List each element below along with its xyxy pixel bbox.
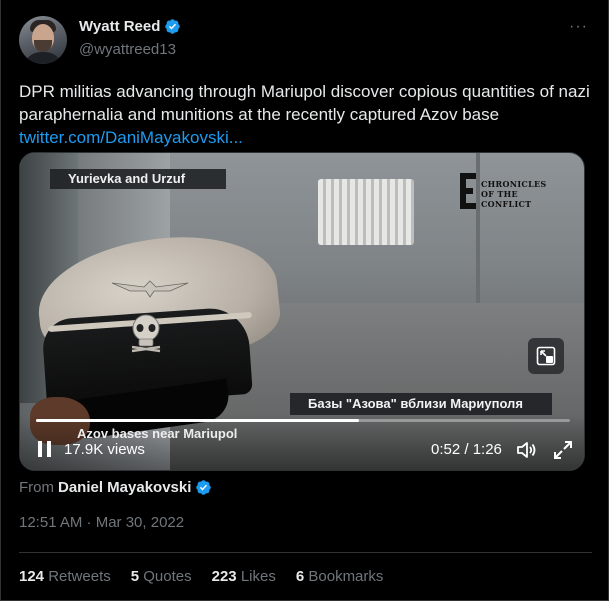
more-options-icon[interactable]: ··· (569, 19, 588, 35)
verified-badge-icon (165, 19, 181, 34)
quotes-stat[interactable]: 5 Quotes (131, 568, 192, 585)
watermark-line-2: OF THE CONFLICT (481, 189, 532, 209)
picture-in-picture-icon (536, 346, 556, 366)
source-name[interactable]: Daniel Mayakovski (58, 479, 191, 496)
video-player[interactable]: Yurievka and Urzuf CHRONICLES OF THE CON… (19, 152, 585, 471)
author-display-name[interactable]: Wyatt Reed (79, 18, 160, 35)
watermark-line-1: CHRONICLES (481, 179, 547, 189)
chronicles-watermark: CHRONICLES OF THE CONFLICT (460, 173, 570, 209)
likes-label: Likes (240, 568, 276, 585)
video-caption-english: Azov bases near Mariupol (77, 426, 238, 441)
quotes-count: 5 (130, 568, 140, 585)
likes-count: 223 (211, 568, 237, 585)
pause-icon[interactable] (36, 439, 54, 459)
likes-stat[interactable]: 223 Likes (212, 568, 276, 585)
tweet-link[interactable]: twitter.com/DaniMayakovski... (19, 126, 594, 149)
fullscreen-icon[interactable] (552, 439, 574, 461)
cap-skull-insignia (131, 314, 161, 353)
author-name-row[interactable]: Wyatt Reed (79, 18, 181, 35)
video-view-count: 17.9K views (64, 441, 145, 458)
video-time: 0:52 / 1:26 (431, 441, 502, 458)
video-source: From Daniel Mayakovski (19, 479, 212, 496)
tweet-text: DPR militias advancing through Mariupol … (19, 80, 594, 149)
video-progress-bar[interactable] (36, 419, 570, 422)
retweets-count: 124 (19, 568, 45, 585)
bookmarks-stat[interactable]: 6 Bookmarks (296, 568, 384, 585)
bookmarks-count: 6 (295, 568, 305, 585)
video-progress-fill (36, 419, 360, 422)
volume-icon[interactable] (515, 439, 537, 461)
video-caption-top: Yurievka and Urzuf (50, 169, 226, 189)
engagement-stats: 124 Retweets 5 Quotes 223 Likes 6 Bookma… (19, 568, 403, 585)
cap-eagle-insignia (111, 280, 189, 298)
verified-badge-icon (196, 480, 212, 495)
picture-in-picture-button[interactable] (528, 338, 564, 374)
retweets-label: Retweets (48, 568, 111, 585)
bookmarks-label: Bookmarks (308, 568, 384, 585)
chronicles-logo-icon (460, 173, 476, 209)
author-handle[interactable]: @wyattreed13 (79, 41, 176, 58)
quotes-label: Quotes (143, 568, 192, 585)
source-from-label: From (19, 479, 54, 496)
tweet-timestamp[interactable]: 12:51 AM · Mar 30, 2022 (19, 514, 184, 531)
retweets-stat[interactable]: 124 Retweets (19, 568, 111, 585)
tweet-body: DPR militias advancing through Mariupol … (19, 82, 590, 124)
watermark-text: CHRONICLES OF THE CONFLICT (481, 179, 570, 209)
divider (19, 552, 592, 553)
video-caption-russian: Базы "Азова" вблизи Мариуполя (290, 393, 552, 415)
tweet-card: Wyatt Reed @wyattreed13 ··· DPR militias… (0, 0, 609, 601)
video-scene-radiator (318, 179, 414, 245)
avatar[interactable] (19, 16, 67, 64)
